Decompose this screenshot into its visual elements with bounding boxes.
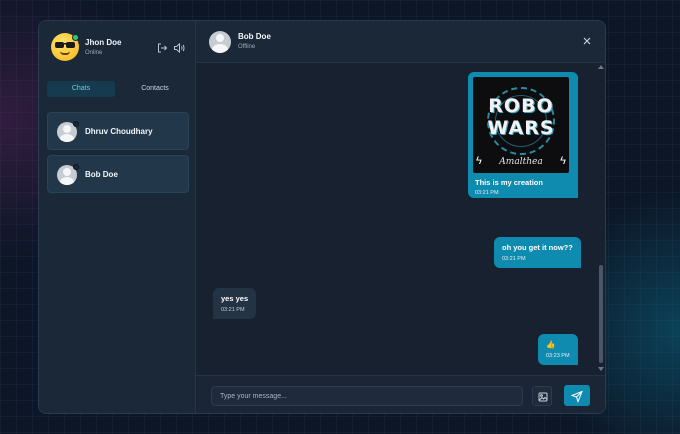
message-text: This is my creation xyxy=(475,178,543,187)
scroll-up-arrow-icon[interactable] xyxy=(598,65,604,69)
image-signature: Amalthea xyxy=(499,157,543,167)
close-icon[interactable] xyxy=(581,35,593,47)
lightning-icon: ϟ xyxy=(476,155,482,167)
message-bubble-sent: oh you get it now?? 03:21 PM xyxy=(494,237,581,268)
message-bubble-received: yes yes 03:21 PM xyxy=(213,288,257,319)
image-text-line2: WARS xyxy=(487,117,555,139)
chat-partner-name: Bob Doe xyxy=(238,32,271,41)
send-icon[interactable] xyxy=(564,385,590,406)
lightning-icon: ϟ xyxy=(560,155,566,167)
contact-status-dot xyxy=(73,121,79,127)
contact-name: Bob Doe xyxy=(85,170,118,179)
user-profile: Jhon Doe Online xyxy=(51,33,187,63)
message-bubble-sent: 👍 03:23 PM xyxy=(538,334,578,365)
profile-status: Online xyxy=(85,50,103,56)
message-time: 03:21 PM xyxy=(475,190,499,196)
message-time: 03:23 PM xyxy=(546,353,570,359)
chat-partner-avatar xyxy=(209,31,231,53)
message-list[interactable]: ROBO WARS ϟ Amalthea ϟ This is my creati… xyxy=(196,63,605,373)
message-text: 👍 xyxy=(546,340,556,349)
online-status-dot xyxy=(72,34,79,41)
message-scrollbar[interactable] xyxy=(598,65,604,371)
tab-contacts[interactable]: Contacts xyxy=(121,81,189,97)
tab-chats[interactable]: Chats xyxy=(47,81,115,97)
message-time: 03:21 PM xyxy=(221,307,245,313)
message-text: yes yes xyxy=(221,294,249,303)
contact-item-bob-doe[interactable]: Bob Doe xyxy=(47,155,189,193)
chat-panel: Bob Doe Offline ROBO WARS ϟ Amalthea ϟ T… xyxy=(196,21,605,413)
sunglasses-icon xyxy=(55,42,75,48)
logout-icon[interactable] xyxy=(156,41,168,53)
chat-partner-status: Offline xyxy=(238,44,256,50)
emoji-mouth xyxy=(60,51,70,55)
scroll-down-arrow-icon[interactable] xyxy=(598,367,604,371)
message-input[interactable] xyxy=(211,386,523,406)
sidebar-tabs: Chats Contacts xyxy=(47,81,189,97)
message-time: 03:21 PM xyxy=(502,256,526,262)
message-image-bubble: ROBO WARS ϟ Amalthea ϟ This is my creati… xyxy=(468,72,578,198)
chat-header: Bob Doe Offline xyxy=(196,21,605,63)
sidebar: Jhon Doe Online Chats Contacts Dhruv Cho… xyxy=(39,21,196,413)
speaker-icon[interactable] xyxy=(173,41,185,54)
contact-name: Dhruv Choudhary xyxy=(85,127,153,136)
chat-app-window: Jhon Doe Online Chats Contacts Dhruv Cho… xyxy=(38,20,606,414)
message-text: oh you get it now?? xyxy=(502,243,573,252)
contact-status-dot xyxy=(73,164,79,170)
image-icon[interactable] xyxy=(532,386,552,406)
scroll-thumb[interactable] xyxy=(599,265,603,363)
robo-wars-image[interactable]: ROBO WARS ϟ Amalthea ϟ xyxy=(473,77,569,173)
contact-item-dhruv-choudhary[interactable]: Dhruv Choudhary xyxy=(47,112,189,150)
profile-name: Jhon Doe xyxy=(85,38,122,47)
image-text-line1: ROBO xyxy=(488,95,554,117)
message-composer xyxy=(196,375,605,413)
